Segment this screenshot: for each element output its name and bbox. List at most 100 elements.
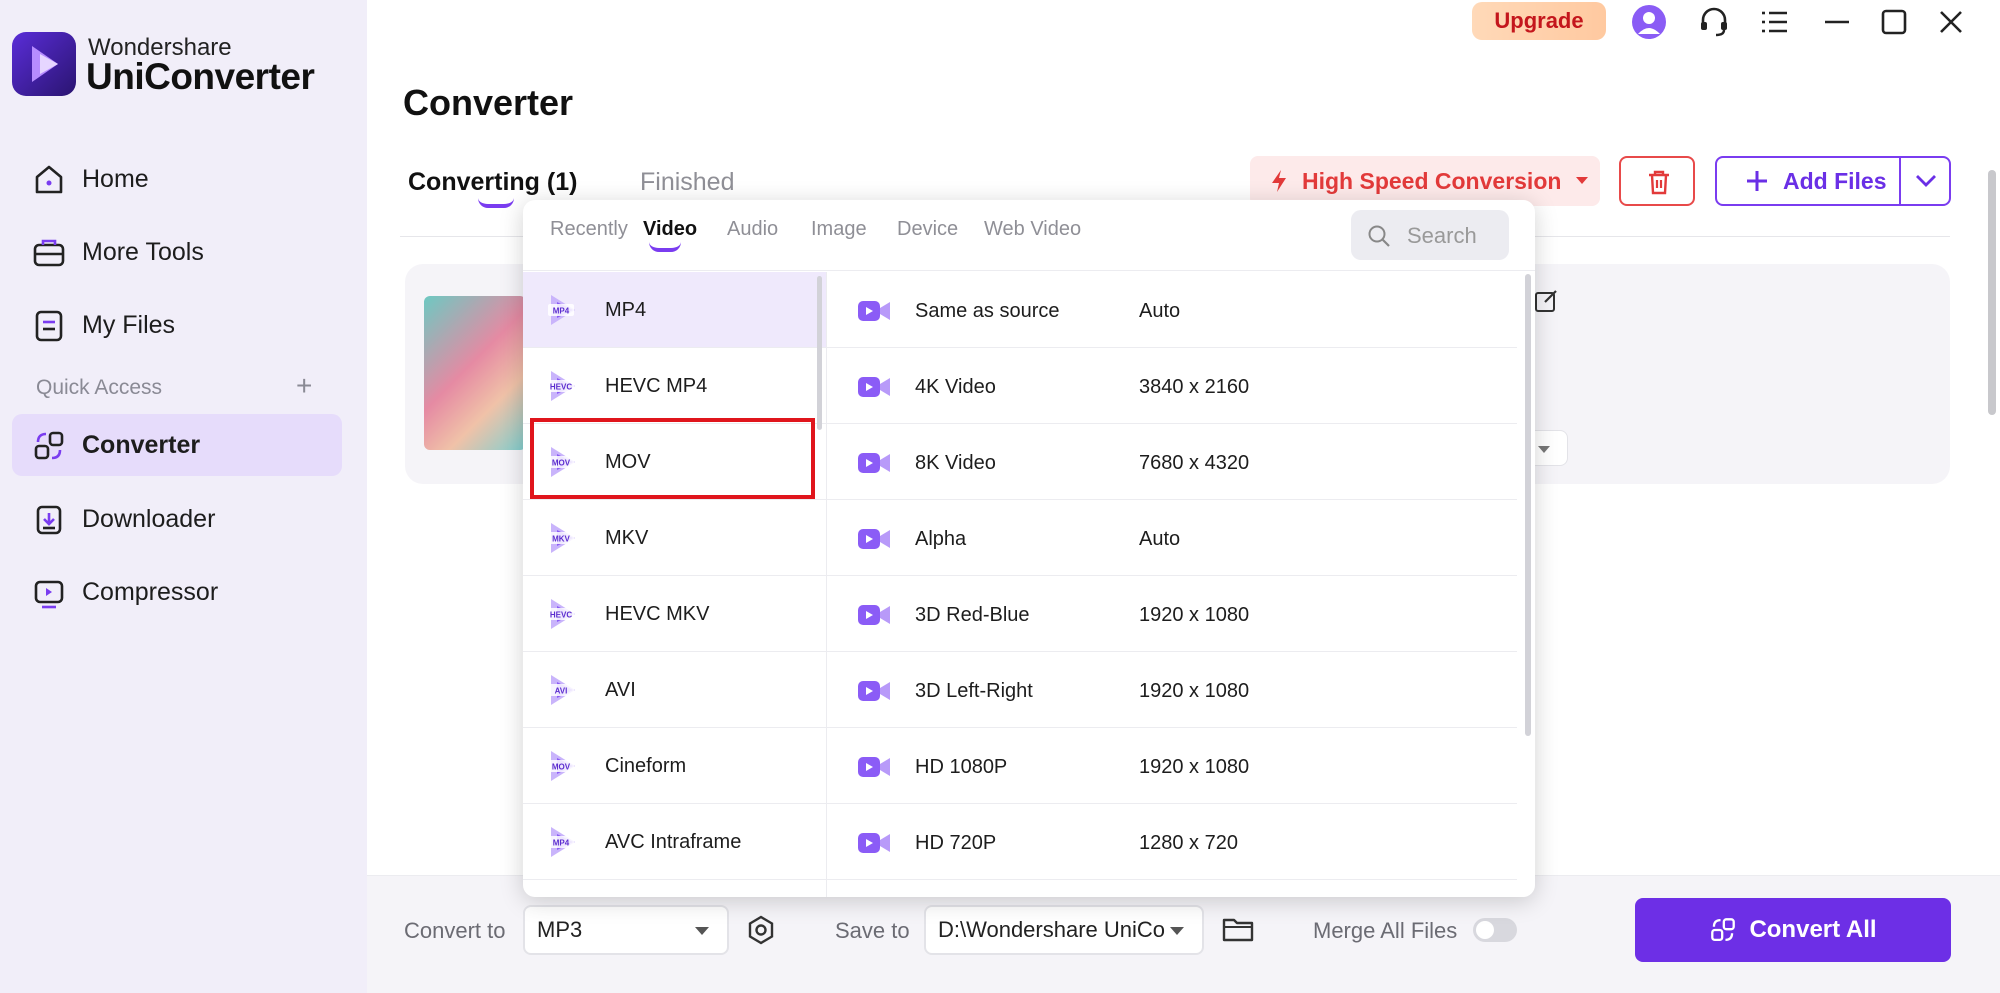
video-camera-icon [858,453,890,473]
sidebar-item-downloader[interactable]: Downloader [12,488,342,550]
merge-all-files-label: Merge All Files [1313,918,1458,943]
resolution-name: Same as source [915,300,1060,322]
upgrade-button[interactable]: Upgrade [1472,2,1606,40]
tab-image[interactable]: Image [811,218,867,241]
tab-active-indicator [649,242,681,252]
page-title: Converter [403,82,574,123]
search-placeholder: Search [1407,223,1477,248]
toolbox-icon [33,239,65,267]
delete-all-button[interactable] [1619,156,1695,206]
resolution-item[interactable]: HD 720P 1280 x 720 [827,804,1517,880]
high-speed-label: High Speed Conversion [1302,167,1562,194]
edit-icon[interactable] [1533,288,1559,314]
add-files-label: Add Files [1783,167,1887,194]
support-headset-icon[interactable] [1696,4,1732,40]
format-label: MP4 [605,299,647,321]
format-badge: HEVC [550,611,572,620]
sidebar-item-converter[interactable]: Converter [12,414,342,476]
resolution-item[interactable]: 3D Red-Blue 1920 x 1080 [827,576,1517,652]
close-icon[interactable] [1933,4,1969,40]
video-camera-icon [858,757,890,777]
add-files-button[interactable]: Add Files [1715,156,1901,206]
app-logo-icon [12,32,76,96]
resolution-name: 3D Red-Blue [915,604,1030,626]
format-badge: MP4 [553,839,570,848]
chevron-down-icon [1916,175,1936,187]
format-label: AVI [605,679,636,701]
resolution-value: 1280 x 720 [1139,832,1238,854]
format-item[interactable]: HEVC HEVC MP4 [523,348,826,424]
tab-video[interactable]: Video [643,218,697,241]
trash-icon [1649,170,1669,195]
resolution-value: 7680 x 4320 [1139,452,1250,474]
merge-all-files-toggle[interactable] [1473,918,1517,942]
resolution-item[interactable]: Alpha Auto [827,500,1517,576]
resolution-value: 1920 x 1080 [1139,680,1250,702]
sidebar-item-label: Converter [82,430,201,459]
format-search-input[interactable]: Search [1351,210,1509,260]
add-files-dropdown[interactable] [1899,156,1951,206]
resolution-name: 3D Left-Right [915,680,1033,702]
settings-hex-icon[interactable] [745,914,777,946]
sidebar-item-home[interactable]: Home [12,148,342,210]
quick-access-add-icon[interactable]: + [296,370,312,402]
resolution-item[interactable]: 3D Left-Right 1920 x 1080 [827,652,1517,728]
resolution-value: 3840 x 2160 [1139,376,1250,398]
resolution-item[interactable]: Same as source Auto [827,272,1517,348]
user-avatar-icon[interactable] [1631,4,1667,40]
resolution-name: 4K Video [915,376,996,398]
format-label: HEVC MKV [605,603,710,625]
video-camera-icon [858,681,890,701]
resolution-name: HD 720P [915,832,997,854]
chevron-down-icon [695,927,709,935]
brand-name: UniConverter [86,56,315,97]
output-format-dropdown[interactable] [1530,430,1568,466]
tab-finished[interactable]: Finished [640,168,735,197]
format-selection-popup: Recently Video Audio Image Device Web Vi… [523,200,1535,897]
format-file-icon: MP4 [548,827,575,857]
sidebar-item-label: Downloader [82,504,216,533]
format-item[interactable]: AVI AVI [523,652,826,728]
format-item[interactable]: HEVC HEVC MKV [523,576,826,652]
high-speed-conversion-button[interactable]: High Speed Conversion [1250,156,1600,206]
sidebar-item-more-tools[interactable]: More Tools [12,221,342,283]
convert-to-select[interactable]: MP3 [523,905,729,955]
resolution-list-scrollbar[interactable] [1525,274,1531,736]
format-badge: AVI [555,687,568,696]
format-item[interactable]: MP4 MP4 [523,272,826,348]
format-file-icon: HEVC [548,371,575,401]
convert-all-button[interactable]: Convert All [1635,898,1951,962]
mov-highlight-box [530,418,815,499]
save-to-select[interactable]: D:\Wondershare UniCo [924,905,1204,955]
tab-converting[interactable]: Converting (1) [408,168,577,197]
tab-device[interactable]: Device [897,218,958,241]
sidebar-item-my-files[interactable]: My Files [12,294,342,356]
minimize-icon[interactable] [1819,4,1855,40]
video-camera-icon [858,833,890,853]
resolution-item[interactable]: HD 1080P 1920 x 1080 [827,728,1517,804]
sidebar-item-compressor[interactable]: Compressor [12,561,342,623]
video-thumbnail[interactable] [424,296,526,450]
sidebar-item-label: Compressor [82,577,219,606]
window-scrollbar[interactable] [1988,170,1996,415]
maximize-icon[interactable] [1876,4,1912,40]
resolution-item[interactable]: 4K Video 3840 x 2160 [827,348,1517,424]
folder-icon[interactable] [1222,915,1254,943]
resolution-value: 1920 x 1080 [1139,756,1250,778]
format-file-icon: MOV [548,751,575,781]
format-item[interactable]: MOV Cineform [523,728,826,804]
tab-audio[interactable]: Audio [727,218,778,241]
menu-list-icon[interactable] [1757,4,1793,40]
format-file-icon: AVI [548,675,575,705]
save-to-label: Save to [835,918,910,943]
format-item[interactable]: MP4 AVC Intraframe [523,804,826,880]
tab-web-video[interactable]: Web Video [984,218,1081,241]
converter-icon [1711,918,1736,942]
format-list: MP4 MP4 HEVC HEVC MP4 MOV MOV MKV MKV HEVC HEVC M… [523,272,826,897]
format-list-scrollbar[interactable] [817,276,822,430]
tab-recently[interactable]: Recently [550,218,628,241]
sidebar: Wondershare UniConverter Home More Tools… [0,0,367,993]
resolution-item[interactable]: 8K Video 7680 x 4320 [827,424,1517,500]
search-icon [1368,225,1390,247]
format-item[interactable]: MKV MKV [523,500,826,576]
